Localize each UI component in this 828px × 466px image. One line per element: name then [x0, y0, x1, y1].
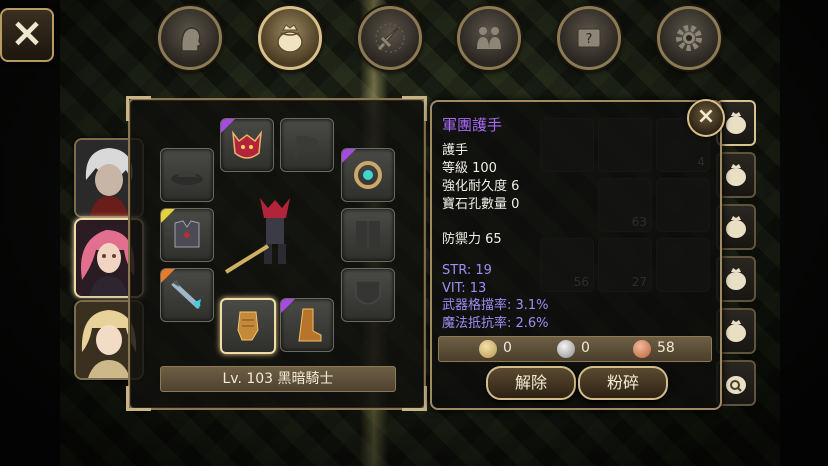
unequip-button[interactable]: 解除 — [486, 366, 576, 400]
party-icon — [477, 27, 501, 49]
panel-corner — [126, 386, 151, 411]
character-preview — [220, 178, 330, 288]
item-type: 護手 — [442, 143, 469, 158]
copper-coin-icon — [633, 340, 651, 358]
bag-tab-2[interactable] — [716, 152, 756, 198]
tab-quest[interactable]: ? — [557, 6, 621, 70]
chest-armor-icon — [356, 221, 380, 249]
panel-corner — [126, 96, 151, 121]
bag-icon — [726, 112, 746, 134]
equip-slot-boots[interactable] — [280, 298, 334, 352]
item-stats: STR: 19 VIT: 13 武器格擋率: 3.1% 魔法抵抗率: 2.6% — [442, 262, 549, 332]
close-icon: × — [10, 10, 44, 56]
tooltip-close-button[interactable]: × — [687, 99, 725, 137]
equip-slot-weapon[interactable] — [160, 268, 214, 322]
item-defense: 防禦力 65 — [442, 232, 502, 247]
stat-vit: VIT: 13 — [442, 280, 487, 296]
gold-amount: 0 — [503, 340, 512, 356]
item-tooltip: 軍團護手 護手 等級 100 強化耐久度 6 寶石孔數量 0 防禦力 65 ST… — [430, 99, 725, 410]
tab-bag[interactable] — [258, 6, 322, 70]
equip-slot-helmet[interactable] — [220, 118, 274, 172]
close-icon: × — [696, 104, 716, 129]
shield-icon — [355, 280, 381, 305]
stat-block-rate: 武器格擋率: 3.1% — [442, 298, 549, 313]
close-menu-button[interactable]: × — [0, 8, 54, 62]
silver-coin-icon — [557, 340, 575, 358]
weapon-icon — [171, 279, 201, 309]
currency-bar: 0 0 58 — [438, 336, 712, 362]
equip-slot-gloves[interactable] — [220, 298, 276, 354]
equip-slot-earring[interactable] — [341, 148, 395, 202]
tab-character[interactable] — [158, 6, 222, 70]
bag-icon — [726, 216, 746, 238]
bag-tab-search[interactable] — [716, 360, 756, 406]
equip-slot-hat[interactable] — [160, 148, 214, 202]
bag-icon — [726, 164, 746, 186]
svg-text:?: ? — [586, 32, 593, 47]
item-enhance-durability: 強化耐久度 6 — [442, 179, 520, 194]
hat-icon — [171, 170, 203, 185]
bag-icon — [726, 320, 746, 342]
character-model-image — [224, 198, 290, 274]
quest-scroll-icon: ? — [577, 28, 601, 48]
panel-corner — [402, 96, 427, 121]
tab-settings[interactable] — [657, 6, 721, 70]
equip-slot-armor[interactable] — [160, 208, 214, 262]
bag-icon — [726, 268, 746, 290]
item-level: 等級 100 — [442, 161, 497, 176]
sword-icon — [375, 23, 405, 53]
bag-tab-3[interactable] — [716, 204, 756, 250]
tab-skills[interactable] — [358, 6, 422, 70]
equip-slot-cape[interactable] — [280, 118, 334, 172]
stat-magic-resist: 魔法抵抗率: 2.6% — [442, 315, 549, 331]
item-name: 軍團護手 — [442, 116, 503, 134]
gear-icon — [676, 25, 702, 51]
item-basic-info: 護手 等級 100 強化耐久度 6 寶石孔數量 0 — [442, 142, 519, 214]
boots-icon — [298, 308, 322, 342]
stat-str: STR: 19 — [442, 263, 492, 278]
silver-amount: 0 — [581, 340, 590, 356]
item-socket-count: 寶石孔數量 0 — [442, 197, 520, 212]
amulet-icon — [354, 161, 382, 189]
panel-corner — [402, 386, 427, 411]
character-head-icon — [180, 27, 203, 52]
shatter-button[interactable]: 粉碎 — [578, 366, 668, 400]
tab-party[interactable] — [457, 6, 521, 70]
bag-icon — [277, 24, 303, 53]
gloves-icon — [237, 311, 259, 341]
armor-icon — [174, 220, 200, 248]
bag-tab-4[interactable] — [716, 256, 756, 302]
bag-tab-5[interactable] — [716, 308, 756, 354]
demon-helmet-icon — [231, 130, 263, 159]
copper-amount: 58 — [657, 340, 675, 356]
gold-coin-icon — [479, 340, 497, 358]
bag-search-icon — [726, 376, 746, 394]
cape-icon — [293, 135, 319, 158]
character-level-label: Lv. 103 黑暗騎士 — [160, 366, 396, 392]
equip-slot-chest[interactable] — [341, 208, 395, 262]
equip-slot-shield[interactable] — [341, 268, 395, 322]
